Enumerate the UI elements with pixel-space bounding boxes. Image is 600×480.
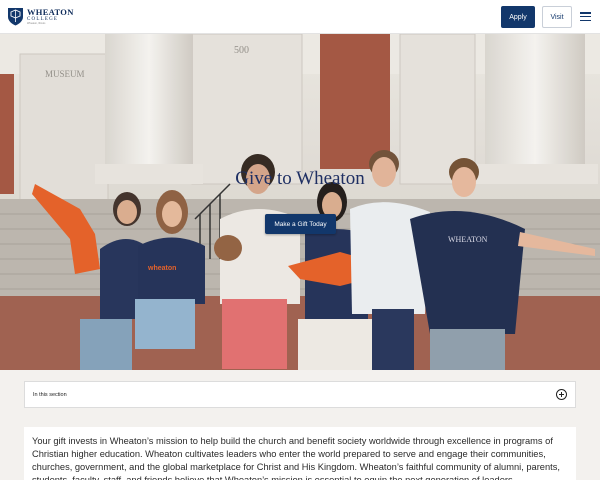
plus-circle-icon[interactable] [556,389,567,400]
site-header: WHEATON COLLEGE Wheaton, Illinois Apply … [0,0,600,34]
hamburger-menu-icon[interactable] [580,12,591,21]
hero-banner: MUSEUM 500 wheaton WHEATON Give to Wheat… [0,34,600,370]
make-a-gift-button[interactable]: Make a Gift Today [265,214,336,234]
visit-button[interactable]: Visit [542,6,572,28]
accordion-label: In this section [33,391,67,398]
logo-tagline: Wheaton, Illinois [27,22,46,25]
hero-photo: MUSEUM 500 wheaton WHEATON [0,34,600,370]
in-this-section-accordion[interactable]: In this section [24,381,576,408]
intro-card: Your gift invests in Wheaton’s mission t… [24,427,576,480]
wheaton-logo[interactable]: WHEATON COLLEGE Wheaton, Illinois [7,7,74,26]
shield-icon [8,8,23,26]
intro-paragraph: Your gift invests in Wheaton’s mission t… [32,436,560,480]
logo-name: WHEATON [27,6,74,17]
hero-title: Give to Wheaton [235,168,365,189]
apply-button[interactable]: Apply [501,6,535,28]
page: WHEATON COLLEGE Wheaton, Illinois Apply … [0,0,600,480]
